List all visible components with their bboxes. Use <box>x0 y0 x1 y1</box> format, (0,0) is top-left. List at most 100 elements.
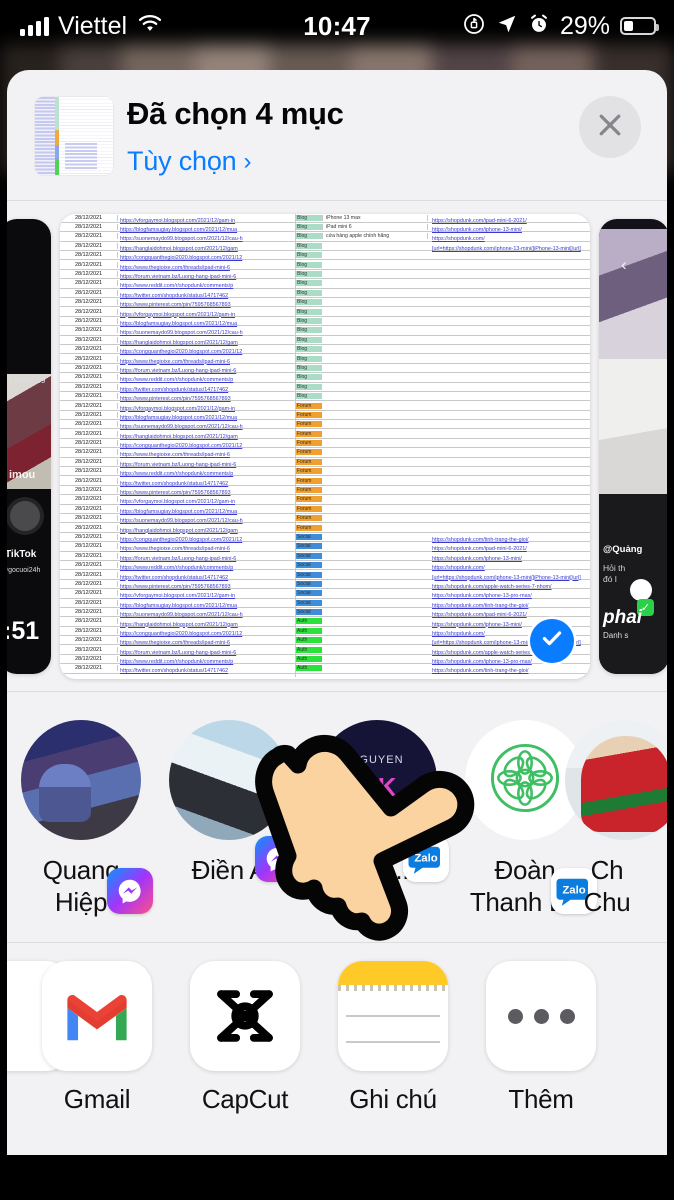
messenger-badge-icon <box>255 836 301 882</box>
cell-date: 28/12/2021 <box>60 430 118 437</box>
cell-date: 28/12/2021 <box>60 599 118 606</box>
cell-date: 28/12/2021 <box>60 393 118 400</box>
cell-date: 28/12/2021 <box>60 355 118 362</box>
close-button[interactable] <box>579 96 641 158</box>
cell-date: 28/12/2021 <box>60 665 118 672</box>
cell-date: 28/12/2021 <box>60 543 118 550</box>
clip-big-text: phai <box>603 606 643 628</box>
cell-date: 28/12/2021 <box>60 374 118 381</box>
contact-dien-a[interactable]: Điền A <box>155 720 303 886</box>
avatar <box>21 720 141 840</box>
iphone-share-sheet-screen: Viettel 10:47 29% Đã chọn 4 mục Tùy chọn… <box>0 0 674 1200</box>
cell-tag: Forum <box>296 449 322 456</box>
cell-note: iPhone 13 max <box>322 214 428 221</box>
cell-tag: Forum <box>296 421 322 428</box>
cell-tag: Blog <box>296 299 322 306</box>
checkmark-icon <box>539 625 565 656</box>
app-capcut[interactable]: CapCut <box>171 961 319 1115</box>
cell-date: 28/12/2021 <box>60 383 118 390</box>
cell-tag: Forum <box>296 515 322 522</box>
cell-tag: Blog <box>296 327 322 334</box>
cell-date: 28/12/2021 <box>60 214 118 221</box>
cell-date: 28/12/2021 <box>60 308 118 315</box>
contact-obscured[interactable]: NGUYEN OK Zalo nh -... <box>303 720 451 886</box>
cell-date: 28/12/2021 <box>60 252 118 259</box>
capcut-icon <box>190 961 300 1071</box>
cell-tag: Social <box>296 543 322 550</box>
spreadsheet-rows: 28/12/2021 https://vforgaymoi.blogspot.co… <box>60 213 590 679</box>
cell-date: 28/12/2021 <box>60 233 118 240</box>
app-gmail[interactable]: Gmail <box>23 961 171 1115</box>
cell-date: 28/12/2021 <box>60 261 118 268</box>
cell-tag: Social <box>296 590 322 597</box>
contact-quang-hiep[interactable]: Quang Hiệp <box>7 720 155 918</box>
contact-name: Ch Chu <box>583 855 631 917</box>
cell-date: 28/12/2021 <box>60 242 118 249</box>
cell-tag: Forum <box>296 440 322 447</box>
camera-watermark: imou <box>9 468 36 481</box>
cell-note: cửa hàng apple chính hãng <box>322 233 428 240</box>
cell-tag: Blog <box>296 289 322 296</box>
cell-tag: Social <box>296 562 322 569</box>
cell-tag: Forum <box>296 458 322 465</box>
gmail-icon <box>42 961 152 1071</box>
preview-item-spreadsheet[interactable]: 28/12/2021 https://vforgaymoi.blogspot.co… <box>60 213 590 679</box>
cell-tag: Auth <box>296 637 322 644</box>
cell-date: 28/12/2021 <box>60 224 118 231</box>
zalo-badge-icon: Zalo <box>403 836 449 882</box>
document-thumbnail <box>35 97 113 175</box>
apps-row[interactable]: Gmail CapCut Ghi chú Thêm <box>7 943 667 1155</box>
cell-tag: Forum <box>296 505 322 512</box>
messenger-badge-icon <box>107 868 153 914</box>
cell-date: 28/12/2021 <box>60 618 118 625</box>
cell-tag: Social <box>296 580 322 587</box>
attachment-preview-carousel[interactable]: /23 08:48:09 imou TikTok @gocuoi24h :51 … <box>7 201 667 691</box>
cell-tag: Blog <box>296 355 322 362</box>
cell-date: 28/12/2021 <box>60 477 118 484</box>
app-notes[interactable]: Ghi chú <box>319 961 467 1115</box>
app-partial[interactable] <box>7 961 71 1084</box>
preview-item-video-right[interactable]: ‹ @Quảng Hỏi th đó l ✓ phai Danh s <box>599 218 667 674</box>
cell-tag: Social <box>296 552 322 559</box>
selected-checkmark-badge[interactable] <box>530 618 574 663</box>
app-more[interactable]: Thêm <box>467 961 615 1115</box>
cell-date: 28/12/2021 <box>60 515 118 522</box>
chevron-right-icon: › <box>243 147 252 175</box>
avatar <box>169 720 289 840</box>
avatar: NGUYEN OK <box>317 720 437 840</box>
options-label: Tùy chọn <box>127 146 237 176</box>
cell-date: 28/12/2021 <box>60 336 118 343</box>
cell-link: https://shopdunk.com/tinh-trang-the-gioi… <box>432 668 529 675</box>
cell-date: 28/12/2021 <box>60 421 118 428</box>
cell-date: 28/12/2021 <box>60 280 118 287</box>
cell-tag: Forum <box>296 524 322 531</box>
cell-date: 28/12/2021 <box>60 524 118 531</box>
contact-partial[interactable]: Ch Chu <box>565 720 667 918</box>
contacts-row[interactable]: Quang Hiệp Điền A NGUYENOK Zalo nh -... <box>7 692 667 942</box>
cell-tag: Blog <box>296 242 322 249</box>
cell-date: 28/12/2021 <box>60 580 118 587</box>
cell-date: 28/12/2021 <box>60 656 118 663</box>
mandala-icon <box>488 741 562 820</box>
cell-tag: Social <box>296 571 322 578</box>
status-bar: Viettel 10:47 29% <box>0 0 674 52</box>
cell-tag: Blog <box>296 252 322 259</box>
video-duration: :51 <box>7 616 40 645</box>
close-icon <box>595 110 625 145</box>
cell-tag: Blog <box>296 214 322 221</box>
record-button-icon <box>10 500 40 531</box>
cell-date: 28/12/2021 <box>60 571 118 578</box>
preview-item-video-left[interactable]: /23 08:48:09 imou TikTok @gocuoi24h :51 <box>7 218 51 674</box>
cell-tag: Auth <box>296 656 322 663</box>
cell-tag: Blog <box>296 261 322 268</box>
cell-date: 28/12/2021 <box>60 449 118 456</box>
cell-date: 28/12/2021 <box>60 552 118 559</box>
cell-date: 28/12/2021 <box>60 468 118 475</box>
back-chevron-icon: ‹ <box>621 254 627 274</box>
cell-tag: Blog <box>296 308 322 315</box>
options-link[interactable]: Tùy chọn › <box>127 146 251 177</box>
cell-date: 28/12/2021 <box>60 317 118 324</box>
cell-tag: Blog <box>296 346 322 353</box>
app-label: Thêm <box>508 1084 574 1114</box>
clip-caption: Hỏi th đó l <box>603 562 626 584</box>
